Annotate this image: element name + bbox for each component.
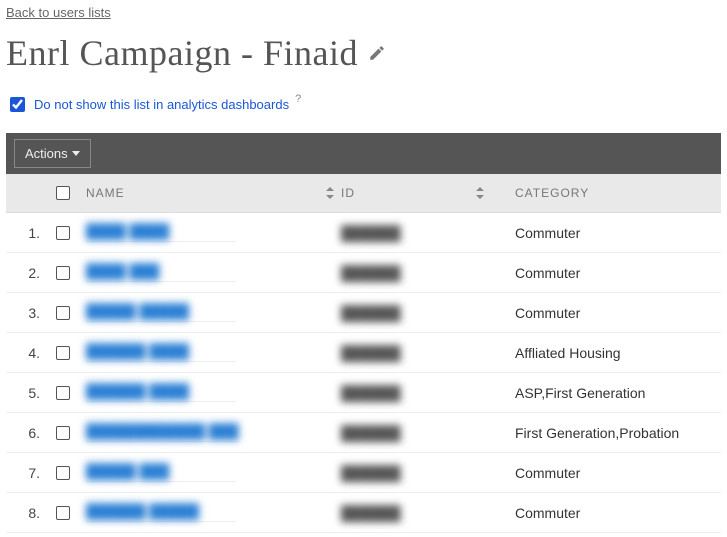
pencil-icon[interactable]	[368, 44, 386, 62]
user-name-link[interactable]: █████ ███	[86, 463, 169, 479]
row-checkbox[interactable]	[56, 506, 70, 520]
user-id: ██████	[341, 265, 401, 281]
toolbar: Actions	[6, 133, 721, 174]
hide-dashboard-label[interactable]: Do not show this list in analytics dashb…	[34, 97, 289, 112]
user-category: Commuter	[515, 225, 580, 241]
user-category: Commuter	[515, 265, 580, 281]
table-row: 6. ████████████ ███ ██████ First Generation…	[6, 413, 721, 453]
user-category: Commuter	[515, 505, 580, 521]
user-name-link[interactable]: ██████ ████	[86, 383, 189, 399]
sort-icon[interactable]	[475, 187, 485, 199]
actions-dropdown[interactable]: Actions	[14, 139, 91, 168]
help-icon[interactable]: ?	[295, 93, 301, 105]
row-number: 4.	[6, 345, 46, 361]
table-row: 7. █████ ███ ██████ Commuter	[6, 453, 721, 493]
user-id: ██████	[341, 385, 401, 401]
user-category: Affliated Housing	[515, 345, 621, 361]
chevron-down-icon	[72, 151, 80, 156]
row-number: 2.	[6, 265, 46, 281]
page-title: Enrl Campaign - Finaid	[6, 32, 358, 74]
user-name-link[interactable]: █████ █████	[86, 303, 189, 319]
table-header: NAME ID CATEGORY	[6, 174, 721, 213]
user-id: ██████	[341, 345, 401, 361]
user-id: ██████	[341, 465, 401, 481]
row-checkbox[interactable]	[56, 346, 70, 360]
row-number: 1.	[6, 225, 46, 241]
row-checkbox[interactable]	[56, 306, 70, 320]
user-name-link[interactable]: ████ ███	[86, 263, 159, 279]
user-category: First Generation,Probation	[515, 425, 679, 441]
user-name-link[interactable]: ████ ████	[86, 223, 169, 239]
table-row: 4. ██████ ████ ██████ Affliated Housing	[6, 333, 721, 373]
sort-icon[interactable]	[325, 187, 335, 199]
row-number: 6.	[6, 425, 46, 441]
user-id: ██████	[341, 225, 401, 241]
user-category: ASP,First Generation	[515, 385, 645, 401]
row-checkbox[interactable]	[56, 266, 70, 280]
table-row: 3. █████ █████ ██████ Commuter	[6, 293, 721, 333]
row-checkbox[interactable]	[56, 466, 70, 480]
user-name-link[interactable]: ██████ ████	[86, 343, 189, 359]
table-row: 2. ████ ███ ██████ Commuter	[6, 253, 721, 293]
actions-label: Actions	[25, 146, 68, 161]
user-name-link[interactable]: ██████ █████	[86, 503, 199, 519]
user-id: ██████	[341, 425, 401, 441]
row-number: 3.	[6, 305, 46, 321]
row-number: 5.	[6, 385, 46, 401]
user-category: Commuter	[515, 305, 580, 321]
select-all-checkbox[interactable]	[56, 186, 70, 200]
user-id: ██████	[341, 505, 401, 521]
user-name-link[interactable]: ████████████ ███	[86, 423, 239, 439]
row-checkbox[interactable]	[56, 426, 70, 440]
user-id: ██████	[341, 305, 401, 321]
column-header-id[interactable]: ID	[341, 186, 355, 200]
user-category: Commuter	[515, 465, 580, 481]
table-row: 8. ██████ █████ ██████ Commuter	[6, 493, 721, 533]
hide-dashboard-checkbox[interactable]	[10, 97, 25, 112]
row-number: 7.	[6, 465, 46, 481]
column-header-category[interactable]: CATEGORY	[515, 186, 589, 200]
column-header-name[interactable]: NAME	[86, 186, 125, 200]
row-checkbox[interactable]	[56, 226, 70, 240]
row-number: 8.	[6, 505, 46, 521]
back-link[interactable]: Back to users lists	[6, 5, 111, 20]
row-checkbox[interactable]	[56, 386, 70, 400]
table-row: 1. ████ ████ ██████ Commuter	[6, 213, 721, 253]
table-row: 5. ██████ ████ ██████ ASP,First Generation	[6, 373, 721, 413]
